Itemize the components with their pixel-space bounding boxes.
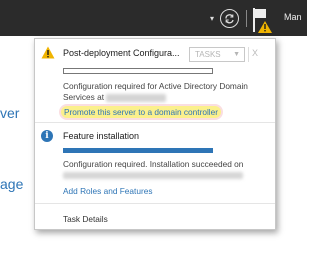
background-server-text: ver bbox=[0, 105, 20, 121]
feature-installation-notification: i Feature installation Configuration req… bbox=[35, 122, 275, 200]
notification-message: Configuration required for Active Direct… bbox=[63, 81, 248, 102]
tasks-dropdown[interactable]: TASKS ▼ bbox=[189, 47, 245, 62]
background-manage-link[interactable]: age bbox=[0, 176, 23, 192]
redacted-server-name bbox=[63, 172, 243, 179]
tasks-label: TASKS bbox=[195, 50, 221, 59]
add-roles-features-link[interactable]: Add Roles and Features bbox=[63, 186, 152, 196]
progress-bar bbox=[63, 148, 213, 153]
close-icon[interactable]: X bbox=[252, 48, 258, 58]
post-deployment-notification: Post-deployment Configura... TASKS ▼ X C… bbox=[35, 39, 275, 119]
manage-menu[interactable]: Man bbox=[284, 12, 302, 22]
info-icon: i bbox=[41, 130, 53, 142]
notification-title: Post-deployment Configura... bbox=[63, 48, 180, 58]
notifications-popup: Post-deployment Configura... TASKS ▼ X C… bbox=[34, 38, 276, 230]
separator bbox=[248, 47, 249, 62]
warning-icon bbox=[41, 46, 55, 64]
refresh-icon[interactable] bbox=[220, 9, 239, 28]
dropdown-arrow-icon[interactable]: ▾ bbox=[210, 14, 214, 23]
chevron-down-icon: ▼ bbox=[233, 51, 240, 58]
flag-warning-icon[interactable] bbox=[251, 6, 277, 34]
notification-message: Configuration required. Installation suc… bbox=[63, 159, 244, 169]
notification-title: Feature installation bbox=[63, 131, 140, 141]
toolbar-separator bbox=[246, 10, 247, 27]
redacted-server-name bbox=[106, 93, 167, 102]
task-details-link[interactable]: Task Details bbox=[63, 214, 108, 224]
top-toolbar: ▾ Man bbox=[0, 0, 307, 36]
task-details-section: Task Details bbox=[35, 203, 275, 229]
progress-bar bbox=[63, 68, 213, 74]
promote-domain-controller-link[interactable]: Promote this server to a domain controll… bbox=[61, 106, 222, 118]
